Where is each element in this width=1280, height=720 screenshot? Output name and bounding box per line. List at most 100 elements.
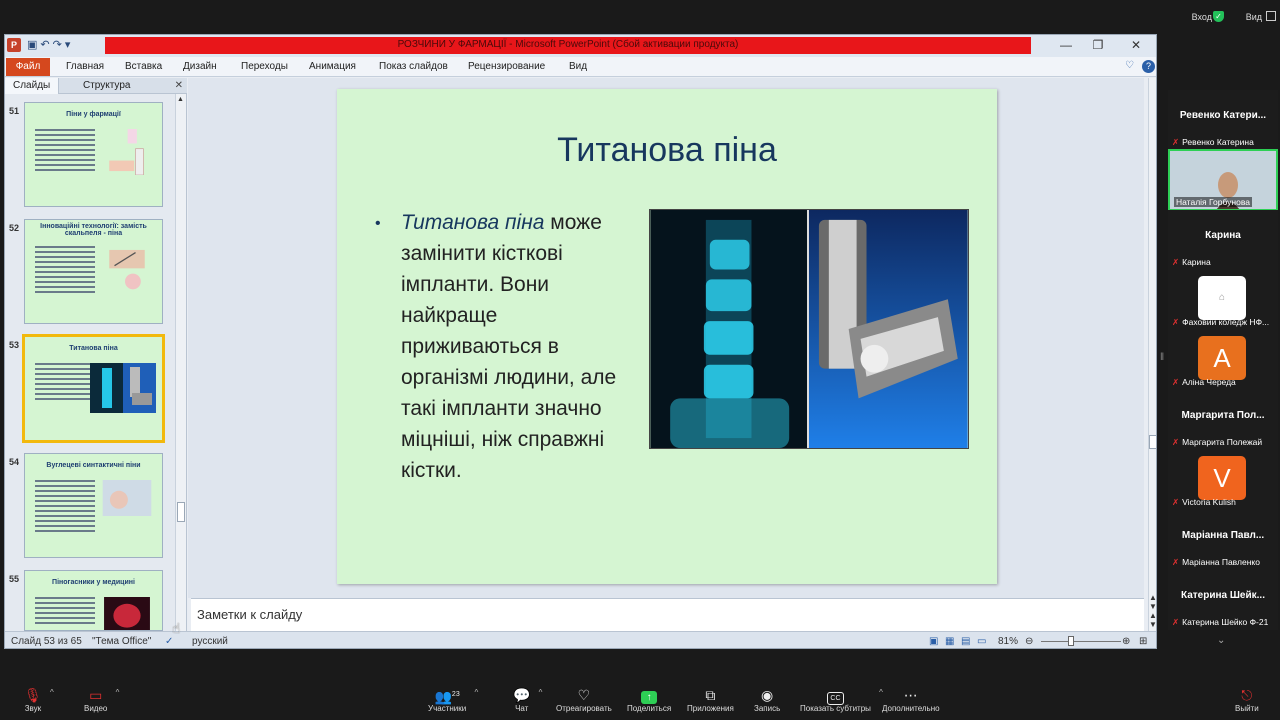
panel-close-icon[interactable]: ✕: [175, 80, 183, 91]
thumbnail-number: 53: [9, 340, 20, 350]
participant-display-name: Маргарита Пол...: [1181, 410, 1265, 421]
slide-body[interactable]: Титанова піна може замінити кісткові імп…: [401, 207, 631, 486]
participant-name: Наталія Горбунова: [1176, 197, 1251, 207]
powerpoint-logo-icon[interactable]: P: [7, 38, 21, 52]
thumbnail-title: Вуглецеві синтактичні піни: [46, 462, 141, 469]
tab-design[interactable]: Дизайн: [183, 61, 217, 72]
chevron-up-icon[interactable]: ^: [116, 688, 120, 697]
ribbon-collapse-icon[interactable]: ♡: [1125, 60, 1134, 71]
tab-home[interactable]: Главная: [66, 61, 104, 72]
thumbnail-title: Титанова піна: [69, 345, 118, 352]
help-icon[interactable]: ?: [1142, 60, 1155, 73]
thumbnail-title: Піногасники у медицині: [52, 579, 135, 586]
slide-scrollbar[interactable]: ▲ ▼ ▲ ▼: [1148, 78, 1156, 632]
thumbnail[interactable]: Піногасники у медицині: [24, 570, 163, 631]
tab-review[interactable]: Рецензирование: [468, 61, 545, 72]
powerpoint-window: P ▣↶↷▾ РОЗЧИНИ У ФАРМАЦІЇ - Microsoft Po…: [4, 34, 1157, 649]
tab-slides[interactable]: Слайды: [5, 78, 60, 94]
thumbnail[interactable]: Інноваційні технології: замість скальпел…: [24, 219, 163, 324]
participant-tile[interactable]: A ✗ Аліна Череда: [1168, 330, 1278, 390]
thumbnail[interactable]: Піни у фармації: [24, 102, 163, 207]
grid-view-icon[interactable]: [1266, 11, 1276, 21]
mic-off-icon: 🎙: [24, 687, 42, 703]
minimize-button[interactable]: —: [1053, 37, 1079, 53]
thumbnail-number: 54: [9, 457, 20, 467]
more-label: Дополнительно: [882, 704, 940, 713]
tab-insert[interactable]: Вставка: [125, 61, 162, 72]
participant-name: Фаховий коледж НФ...: [1182, 317, 1270, 327]
participant-display-name: Маріанна Павл...: [1181, 530, 1265, 541]
file-tab[interactable]: Файл: [6, 58, 50, 76]
security-shield-icon[interactable]: ✓: [1213, 11, 1224, 22]
maximize-button[interactable]: ❐: [1085, 37, 1111, 53]
audio-button[interactable]: 🎙 Звук ^: [24, 686, 54, 713]
current-slide[interactable]: Титанова піна • Титанова піна може замін…: [337, 89, 997, 584]
scroll-thumb[interactable]: [1149, 435, 1156, 449]
participant-tile[interactable]: ⌂ ✗ Фаховий коледж НФ...: [1168, 270, 1278, 330]
tab-view[interactable]: Вид: [569, 61, 587, 72]
thumbnail[interactable]: Вуглецеві синтактичні піни: [24, 453, 163, 558]
tab-animation[interactable]: Анимация: [309, 61, 356, 72]
video-button[interactable]: ▭ Видео ^: [84, 686, 119, 713]
participant-tile[interactable]: Ревенко Катери... ✗ Ревенко Катерина: [1168, 90, 1278, 150]
titanium-foam-image[interactable]: [649, 209, 969, 449]
participant-tile[interactable]: V ✗ Victoria Kulish: [1168, 450, 1278, 510]
tab-slideshow[interactable]: Показ слайдов: [379, 61, 448, 72]
slide-title[interactable]: Титанова піна: [337, 131, 997, 170]
slideshow-icon[interactable]: ▭: [977, 636, 986, 647]
close-button[interactable]: ✕: [1123, 37, 1149, 53]
gallery-resize-handle[interactable]: ‖: [1160, 352, 1164, 363]
zoom-slider-track[interactable]: [1041, 641, 1121, 642]
zoom-in-icon[interactable]: ⊕: [1122, 636, 1130, 647]
participant-label: ✗ Катерина Шейко Ф-21: [1172, 617, 1268, 628]
gallery-scroll-down-icon[interactable]: ⌄: [1217, 635, 1225, 646]
leave-icon: ⎋: [1241, 687, 1253, 703]
react-button[interactable]: ♡ Отреагировать: [556, 686, 612, 713]
record-button[interactable]: ◉ Запись: [754, 686, 780, 713]
participant-video-tile[interactable]: Наталія Горбунова: [1168, 149, 1278, 211]
enter-label[interactable]: Вход: [1192, 12, 1212, 22]
thumbnails-scrollbar[interactable]: ▲: [175, 94, 186, 631]
tab-transitions[interactable]: Переходы: [241, 61, 288, 72]
tab-outline[interactable]: Структура: [83, 80, 130, 91]
captions-button[interactable]: CC Показать субтитры ^: [800, 686, 883, 713]
zoom-slider-thumb[interactable]: [1068, 636, 1074, 646]
slide-nav-arrows-icon[interactable]: ▲ ▼ ▲ ▼: [1149, 593, 1156, 629]
slide-sorter-icon[interactable]: ▦: [945, 636, 954, 647]
participant-tile[interactable]: Катерина Шейк... ✗ Катерина Шейко Ф-21: [1168, 570, 1278, 630]
chat-button[interactable]: 💬 Чат ^: [513, 686, 542, 713]
leave-button[interactable]: ⎋ Выйти: [1235, 686, 1259, 713]
share-button[interactable]: ↑ Поделиться: [627, 686, 671, 713]
share-label: Поделиться: [627, 704, 672, 713]
participant-tile[interactable]: Маргарита Пол... ✗ Маргарита Полежай: [1168, 390, 1278, 450]
fit-slide-icon[interactable]: ⊞: [1139, 636, 1147, 647]
quick-access-toolbar[interactable]: ▣↶↷▾: [27, 38, 73, 51]
participant-avatar: A: [1198, 336, 1246, 380]
participant-tile[interactable]: Маріанна Павл... ✗ Маріанна Павленко: [1168, 510, 1278, 570]
apps-button[interactable]: ⧉ Приложения: [687, 686, 734, 713]
participant-label: ✗ Фаховий коледж НФ...: [1172, 317, 1269, 328]
chevron-up-icon[interactable]: ^: [539, 688, 543, 697]
notes-pane[interactable]: Заметки к слайду: [191, 598, 1144, 631]
chevron-up-icon[interactable]: ^: [50, 688, 54, 697]
scroll-up-icon[interactable]: ▲: [177, 96, 184, 103]
window-title: РОЗЧИНИ У ФАРМАЦІЇ - Microsoft PowerPoin…: [397, 39, 739, 50]
spellcheck-icon[interactable]: ✓: [165, 636, 173, 647]
chevron-up-icon[interactable]: ^: [474, 688, 478, 697]
language[interactable]: русский: [192, 636, 228, 647]
reading-view-icon[interactable]: ▤: [961, 636, 970, 647]
zoom-out-icon[interactable]: ⊖: [1025, 636, 1033, 647]
thumbnail-active[interactable]: Титанова піна: [22, 334, 165, 443]
view-button[interactable]: Вид: [1246, 12, 1262, 22]
participant-label: ✗ Victoria Kulish: [1172, 497, 1236, 508]
zoom-level[interactable]: 81%: [998, 636, 1018, 647]
scroll-thumb[interactable]: [177, 502, 185, 522]
notes-placeholder: Заметки к слайду: [197, 607, 303, 622]
normal-view-icon[interactable]: ▣: [929, 636, 938, 647]
participant-display-name: Катерина Шейк...: [1181, 590, 1265, 601]
slides-panel: Слайды Структура ✕ 51 Піни у фармації 52…: [5, 78, 187, 631]
participants-button[interactable]: 👥23 Участники ^: [428, 686, 478, 713]
audio-label: Звук: [24, 704, 42, 713]
participant-tile[interactable]: Карина ✗ Карина: [1168, 210, 1278, 270]
more-button[interactable]: ⋯ Дополнительно: [882, 686, 940, 713]
